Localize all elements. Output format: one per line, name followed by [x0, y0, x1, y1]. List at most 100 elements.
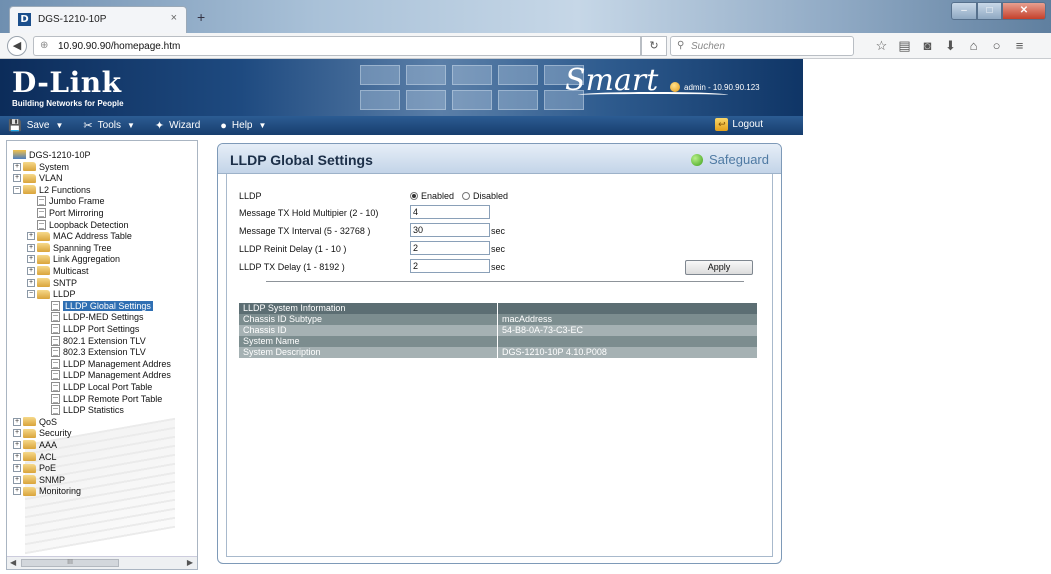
tree-item[interactable]: LLDP Local Port Table [41, 381, 152, 392]
tree-root[interactable]: DGS-1210-10P [13, 149, 91, 160]
minimize-icon[interactable]: – [951, 2, 977, 20]
star-icon[interactable]: ☆ [870, 36, 893, 56]
reload-icon[interactable]: ↻ [641, 36, 667, 56]
scroll-thumb[interactable]: III [21, 559, 119, 567]
lldp-disabled-radio[interactable]: Disabled [462, 191, 508, 201]
tx-delay-input[interactable]: 2 [410, 259, 490, 273]
scroll-left-icon[interactable]: ◀ [10, 558, 16, 567]
tree-item[interactable]: 802.1 Extension TLV [41, 335, 146, 346]
chevron-down-icon: ▼ [258, 121, 267, 130]
info-name: System Description [239, 347, 498, 358]
tree-item-label: 802.1 Extension TLV [63, 335, 146, 346]
menu-save[interactable]: 💾 Save ▼ [8, 119, 63, 132]
tree-item[interactable]: + MAC Address Table [27, 231, 132, 242]
expand-icon[interactable]: + [27, 266, 35, 275]
folder-icon [23, 162, 36, 171]
tree-item[interactable]: − L2 Functions [13, 184, 91, 195]
chat-icon[interactable]: ○ [985, 36, 1008, 56]
tree-item[interactable]: + ACL [13, 451, 57, 462]
expand-icon[interactable]: + [27, 255, 35, 264]
collapse-icon[interactable]: − [27, 290, 35, 299]
tx-hold-label: Message TX Hold Multipier (2 - 10) [239, 208, 379, 218]
apply-button[interactable]: Apply [685, 260, 753, 275]
expand-icon[interactable]: + [27, 243, 35, 252]
tree-item[interactable]: + Security [13, 428, 72, 439]
close-window-icon[interactable]: ✕ [1002, 2, 1046, 20]
tree-item[interactable]: + SNTP [27, 277, 77, 288]
tree-item-label: VLAN [39, 173, 63, 184]
new-tab-button[interactable]: + [197, 9, 205, 25]
back-arrow-icon[interactable]: ◀ [7, 36, 27, 56]
tx-delay-label: LLDP TX Delay (1 - 8192 ) [239, 262, 345, 272]
tab-close-icon[interactable]: × [171, 12, 177, 24]
form-separator [266, 281, 744, 282]
navigation-tree: DGS-1210-10P + System + VLAN − L2 Functions Ju… [6, 140, 198, 570]
tree-item[interactable]: + AAA [13, 439, 57, 450]
pocket-icon[interactable]: ◙ [916, 36, 939, 56]
table-row: Chassis ID 54-B8-0A-73-C3-EC [239, 325, 757, 336]
tree-item[interactable]: + Spanning Tree [27, 242, 112, 253]
search-input[interactable]: ⚲ Suchen [670, 36, 854, 56]
menu-save-label: Save [26, 120, 50, 131]
menu-wizard[interactable]: ✦ Wizard [155, 119, 200, 132]
tree-item[interactable]: Loopback Detection [27, 219, 129, 230]
tree-item[interactable]: + SNMP [13, 474, 65, 485]
expand-icon[interactable]: + [13, 452, 21, 461]
tree-item[interactable]: − LLDP [27, 289, 76, 300]
menu-help-label: Help [231, 120, 253, 131]
tx-hold-input[interactable]: 4 [410, 205, 490, 219]
tree-item[interactable]: LLDP Management Addres [41, 358, 171, 369]
menu-tools[interactable]: ✂ Tools ▼ [83, 119, 135, 132]
tree-item-label: Spanning Tree [53, 242, 112, 253]
expand-icon[interactable]: + [13, 174, 21, 183]
logout-button[interactable]: ↩ Logout [715, 118, 763, 131]
url-text: 10.90.90.90/homepage.htm [58, 41, 181, 52]
tree-item[interactable]: LLDP Global Settings [41, 300, 153, 311]
expand-icon[interactable]: + [13, 417, 21, 426]
table-row: System Description DGS-1210-10P 4.10.P00… [239, 347, 757, 358]
tree-item[interactable]: + PoE [13, 463, 56, 474]
menu-icon[interactable]: ≡ [1008, 36, 1031, 56]
collapse-icon[interactable]: − [13, 185, 21, 194]
tree-item[interactable]: Port Mirroring [27, 207, 104, 218]
tree-item[interactable]: + Monitoring [13, 486, 81, 497]
tree-item[interactable]: + Link Aggregation [27, 254, 120, 265]
tx-interval-input[interactable]: 30 [410, 223, 490, 237]
tree-item[interactable]: + System [13, 161, 69, 172]
expand-icon[interactable]: + [13, 475, 21, 484]
expand-icon[interactable]: + [13, 440, 21, 449]
tree-item[interactable]: LLDP Statistics [41, 405, 124, 416]
maximize-icon[interactable]: □ [977, 2, 1002, 20]
tree-item[interactable]: LLDP Management Addres [41, 370, 171, 381]
expand-icon[interactable]: + [13, 429, 21, 438]
menu-help[interactable]: ● Help ▼ [220, 120, 266, 132]
browser-tab[interactable]: D DGS-1210-10P × [9, 6, 187, 33]
tree-item[interactable]: LLDP Port Settings [41, 323, 139, 334]
download-icon[interactable]: ⬇ [939, 36, 962, 56]
tree-item[interactable]: + VLAN [13, 173, 63, 184]
reading-list-icon[interactable]: ▤ [893, 36, 916, 56]
expand-icon[interactable]: + [27, 278, 35, 287]
url-bar-space[interactable] [469, 36, 641, 56]
expand-icon[interactable]: + [13, 162, 21, 171]
folder-icon [23, 185, 36, 195]
tree-item[interactable]: LLDP Remote Port Table [41, 393, 162, 404]
scroll-right-icon[interactable]: ▶ [187, 558, 193, 567]
switch-device-icon [13, 150, 26, 159]
lldp-disabled-label: Disabled [473, 191, 509, 201]
expand-icon[interactable]: + [27, 232, 35, 241]
expand-icon[interactable]: + [13, 464, 21, 473]
tree-item[interactable]: LLDP-MED Settings [41, 312, 144, 323]
reinit-delay-input[interactable]: 2 [410, 241, 490, 255]
home-icon[interactable]: ⌂ [962, 36, 985, 56]
tree-item[interactable]: Jumbo Frame [27, 196, 105, 207]
tree-item[interactable]: + Multicast [27, 265, 89, 276]
expand-icon[interactable]: + [13, 487, 21, 496]
browser-titlebar: D DGS-1210-10P × + – □ ✕ [0, 0, 1051, 33]
tree-horizontal-scrollbar[interactable]: ◀ III ▶ [7, 556, 197, 569]
tree-item[interactable]: + QoS [13, 416, 57, 427]
url-bar[interactable]: ⊕ 10.90.90.90/homepage.htm [33, 36, 469, 56]
lldp-enabled-radio[interactable]: Enabled [410, 191, 454, 201]
tree-item[interactable]: 802.3 Extension TLV [41, 347, 146, 358]
tree-item-label: L2 Functions [39, 184, 91, 195]
